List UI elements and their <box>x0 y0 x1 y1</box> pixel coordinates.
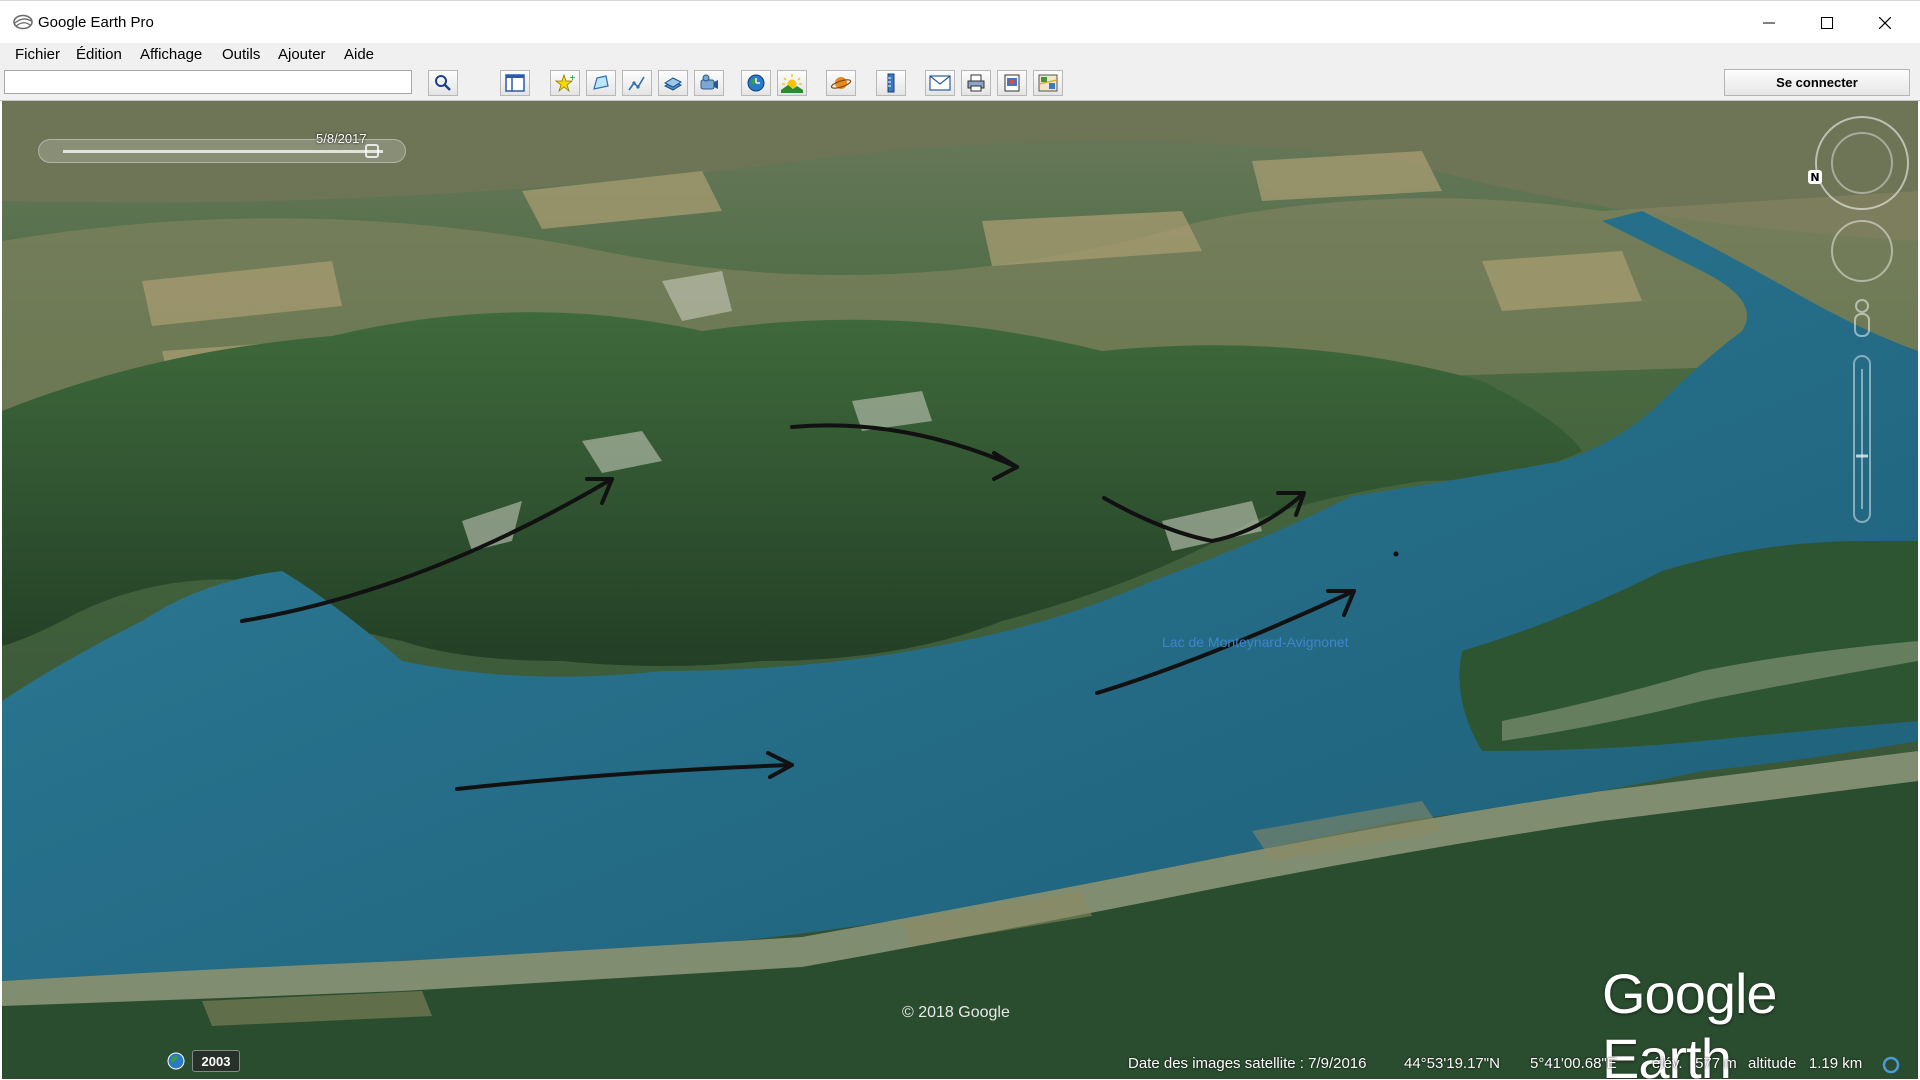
copyright-text: © 2018 Google <box>902 1004 1010 1021</box>
add-path-button[interactable] <box>622 70 652 96</box>
window-title: Google Earth Pro <box>38 14 154 31</box>
menu-aide[interactable]: Aide <box>344 46 374 63</box>
view-in-maps-button[interactable] <box>1033 70 1063 96</box>
historical-imagery-button[interactable] <box>741 70 771 96</box>
minimize-icon <box>1763 22 1775 23</box>
maximize-button[interactable] <box>1798 1 1856 44</box>
search-icon <box>435 75 451 91</box>
close-icon <box>1879 16 1891 29</box>
maximize-icon <box>1821 16 1833 29</box>
menu-fichier[interactable]: Fichier <box>15 46 60 63</box>
lake-label[interactable]: Lac de Monteynard-Avignonet <box>1162 634 1349 650</box>
planets-icon <box>830 77 852 89</box>
time-slider-track[interactable] <box>63 150 383 153</box>
print-icon <box>967 74 985 92</box>
title-bar: Google Earth Pro <box>0 0 1920 43</box>
map-view[interactable]: 5/8/2017 N Lac de Monteynard-Avignonet ©… <box>2 101 1918 1079</box>
email-icon <box>929 75 951 91</box>
street-view-pegman[interactable] <box>1854 299 1870 337</box>
planets-button[interactable] <box>826 70 856 96</box>
menu-affichage[interactable]: Affichage <box>140 46 202 63</box>
elevation: élév. 577 m <box>1652 1055 1737 1072</box>
zoom-slider[interactable] <box>1853 355 1871 523</box>
image-overlay-icon <box>663 77 683 91</box>
svg-text:+: + <box>569 73 575 82</box>
path-icon <box>628 76 645 91</box>
view-in-maps-icon <box>1038 74 1058 92</box>
compass-north-indicator[interactable]: N <box>1808 170 1822 184</box>
sunlight-icon <box>781 74 803 93</box>
email-button[interactable] <box>925 70 955 96</box>
terrain-imagery <box>2 101 1918 1079</box>
longitude: 5°41'00.68"E <box>1530 1055 1617 1072</box>
save-image-icon <box>1004 74 1020 92</box>
time-slider-thumb[interactable] <box>365 144 379 158</box>
search-button[interactable] <box>428 70 458 96</box>
minimize-button[interactable] <box>1740 1 1798 44</box>
print-button[interactable] <box>961 70 991 96</box>
historical-imagery-icon <box>747 74 765 92</box>
polygon-icon <box>593 75 609 90</box>
sign-in-button[interactable]: Se connecter <box>1724 69 1910 96</box>
placemark-icon: + <box>555 73 575 93</box>
record-tour-icon <box>700 74 718 90</box>
menu-outils[interactable]: Outils <box>222 46 260 63</box>
menu-ajouter[interactable]: Ajouter <box>278 46 326 63</box>
ruler-icon <box>887 73 895 93</box>
latitude: 44°53'19.17"N <box>1404 1055 1500 1072</box>
add-polygon-button[interactable] <box>586 70 616 96</box>
close-button[interactable] <box>1856 1 1914 44</box>
menu-edition[interactable]: Édition <box>76 46 122 63</box>
sunlight-button[interactable] <box>777 70 807 96</box>
google-earth-app-icon <box>13 14 33 30</box>
ruler-button[interactable] <box>876 70 906 96</box>
add-placemark-button[interactable]: + <box>550 70 580 96</box>
navigation-controls[interactable]: N <box>1808 111 1912 541</box>
sidebar-icon <box>505 74 525 92</box>
toggle-sidebar-button[interactable] <box>500 70 530 96</box>
toolbar: + Se connecter <box>0 67 1920 101</box>
altitude: altitude 1.19 km <box>1748 1055 1863 1072</box>
status-bar: Date des images satellite : 7/9/2016 44°… <box>2 1048 1918 1078</box>
compass-north-label: N <box>1810 171 1819 184</box>
streaming-progress-icon <box>1882 1056 1900 1074</box>
add-image-overlay-button[interactable] <box>658 70 688 96</box>
move-joystick[interactable] <box>1831 220 1893 282</box>
time-slider-date: 5/8/2017 <box>316 131 367 146</box>
look-joystick[interactable] <box>1815 116 1909 210</box>
record-tour-button[interactable] <box>694 70 724 96</box>
search-input[interactable] <box>4 70 412 94</box>
menu-bar: Fichier Édition Affichage Outils Ajouter… <box>0 43 1920 67</box>
imagery-date: Date des images satellite : 7/9/2016 <box>1128 1055 1367 1072</box>
save-image-button[interactable] <box>997 70 1027 96</box>
